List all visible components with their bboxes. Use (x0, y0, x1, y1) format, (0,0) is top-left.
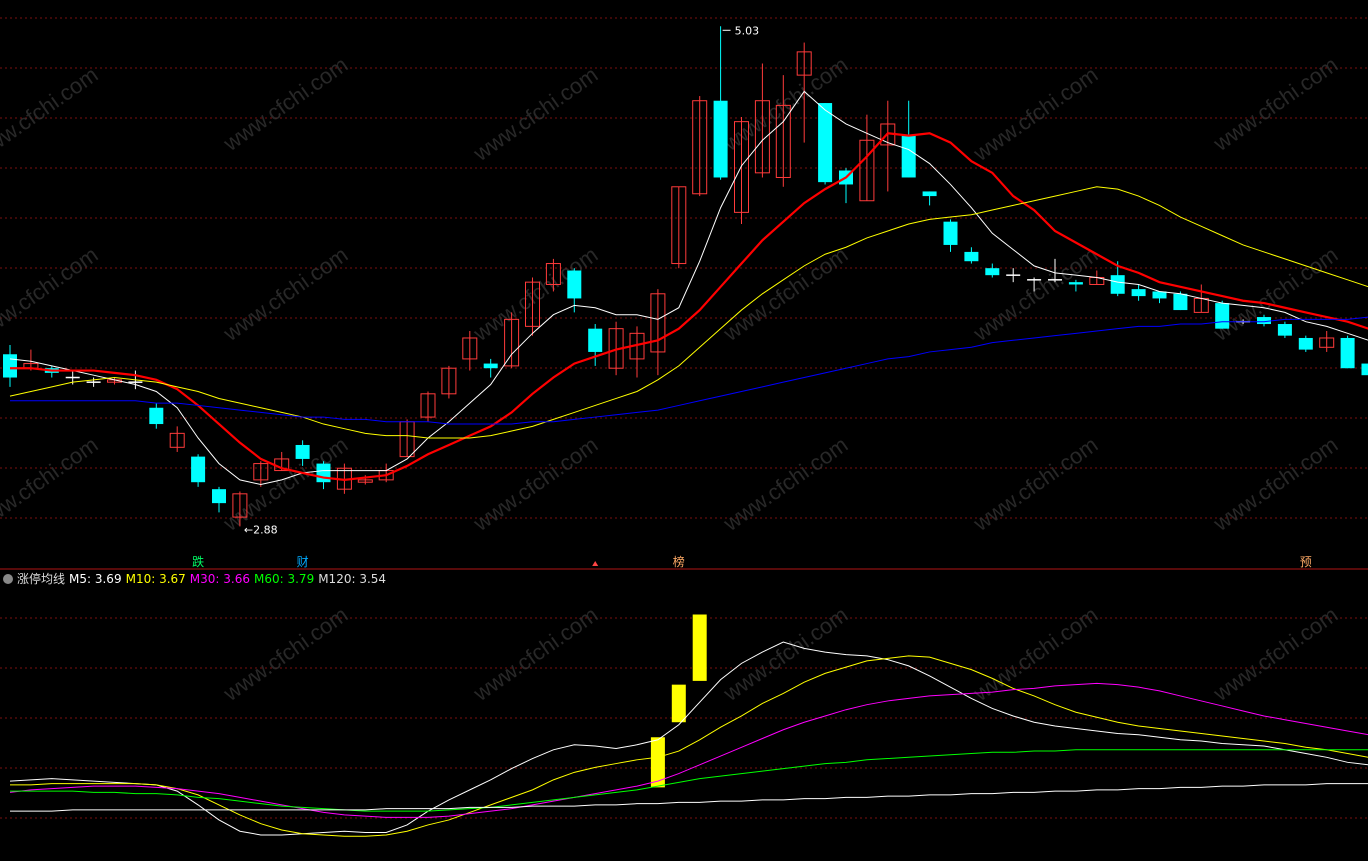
m60-value: M60: 3.79 (254, 572, 315, 586)
m120-value: M120: 3.54 (318, 572, 387, 586)
sub-line-m30 (9, 682, 1368, 818)
event-arrow-icon (592, 561, 599, 566)
candle-body (588, 328, 603, 352)
candle-body (483, 363, 498, 369)
candle-body (985, 268, 1000, 276)
event-tag: 跌 (192, 554, 204, 569)
event-tag: 预 (1300, 555, 1312, 569)
watermark: www.cfchi.com (218, 432, 352, 536)
watermark: www.cfchi.com (968, 62, 1102, 166)
m5-value: M5: 3.69 (69, 572, 122, 586)
event-tag: 榜 (673, 554, 685, 569)
candle-body (567, 270, 582, 299)
watermark: www.cfchi.com (718, 432, 852, 536)
candle-body (149, 407, 164, 425)
high-price-label: 5.03 (735, 24, 760, 37)
candle-body (818, 103, 833, 183)
candle-body (316, 463, 331, 483)
watermark: www.cfchi.com (1208, 432, 1342, 536)
candle-body (1110, 275, 1125, 294)
event-tag: 财 (297, 555, 309, 569)
ma-line-ma5 (9, 90, 1368, 486)
watermark: www.cfchi.com (968, 242, 1102, 346)
candle-body (3, 354, 17, 378)
candle-body (1068, 282, 1083, 285)
m30-value: M30: 3.66 (189, 572, 250, 586)
collapse-icon[interactable] (3, 574, 13, 584)
candle-body (1215, 303, 1230, 329)
watermark: www.cfchi.com (468, 62, 602, 166)
candle-body (713, 100, 728, 178)
watermark: www.cfchi.com (468, 432, 602, 536)
candle-body (922, 191, 937, 197)
sub-line-m10 (10, 655, 1368, 837)
watermark: www.cfchi.com (0, 242, 102, 346)
watermark: www.cfchi.com (1208, 242, 1342, 346)
stock-chart: www.cfchi.com www.cfchi.com www.cfchi.com w… (0, 17, 1368, 837)
candle-body (1131, 289, 1146, 297)
limit-up-bar (671, 684, 686, 723)
candle-body (943, 221, 958, 245)
watermark: www.cfchi.com (218, 242, 352, 346)
indicator-name: 涨停均线 (17, 572, 66, 586)
sub-line-m5 (9, 641, 1368, 836)
candle-body (1277, 324, 1292, 336)
candle-body (212, 489, 226, 504)
sub-line-m120 (10, 783, 1368, 812)
candle-body (901, 135, 916, 178)
candle-body (964, 251, 979, 262)
watermark: www.cfchi.com (968, 432, 1102, 536)
candle-body (1173, 293, 1188, 311)
low-price-label: ←2.88 (244, 523, 278, 536)
candle-body (1257, 317, 1271, 325)
indicator-header: 涨停均线 M5: 3.69 M10: 3.67 M30: 3.66 M60: 3.79 M… (0, 570, 390, 588)
candle-body (191, 456, 206, 483)
m10-value: M10: 3.67 (125, 572, 186, 586)
watermark: www.cfchi.com (0, 62, 102, 166)
candle-body (295, 444, 310, 459)
limit-up-bar (692, 614, 707, 681)
watermark: www.cfchi.com (0, 432, 102, 536)
candle-body (1298, 337, 1313, 350)
candle-body (1361, 363, 1368, 376)
candle-body (1340, 337, 1355, 369)
ma-line-ma10 (10, 132, 1368, 481)
ma-line-ma20 (9, 186, 1368, 439)
ma-line-ma60 (10, 316, 1368, 425)
watermark: www.cfchi.com (718, 242, 852, 346)
